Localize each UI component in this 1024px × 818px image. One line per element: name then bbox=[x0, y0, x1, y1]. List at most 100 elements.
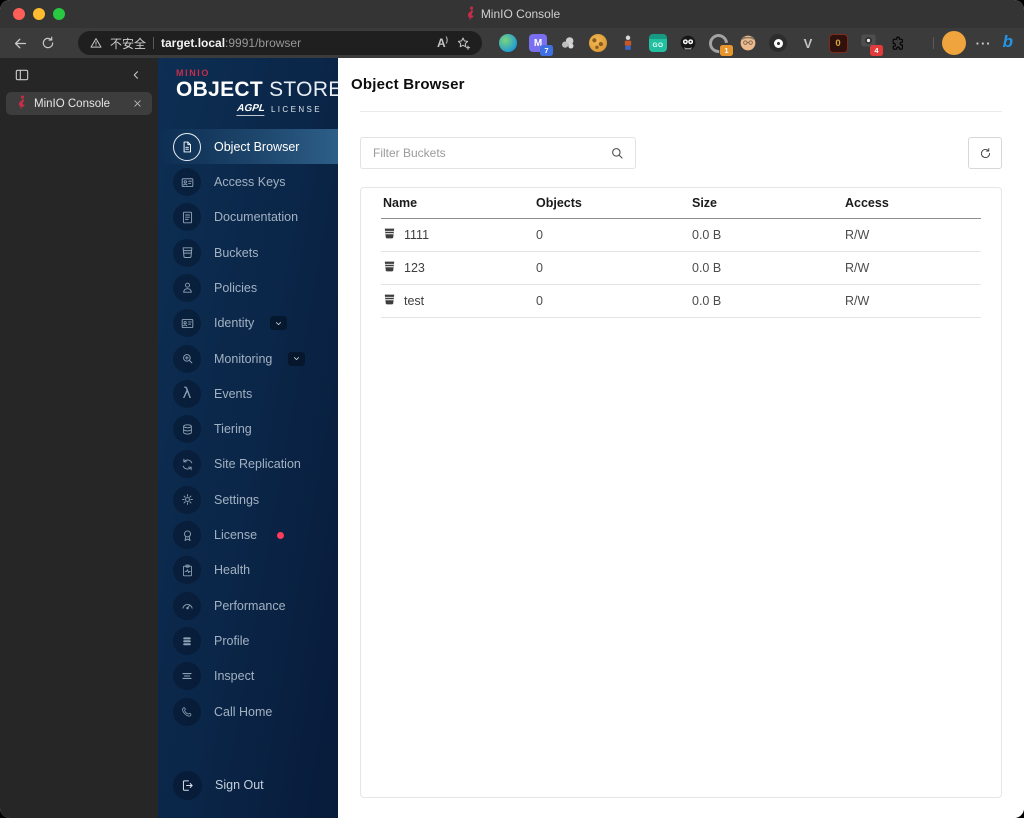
sign-out-button[interactable]: Sign Out bbox=[158, 760, 338, 810]
address-divider bbox=[153, 37, 155, 49]
sidebar-item-site-replication[interactable]: Site Replication bbox=[158, 447, 338, 482]
sign-out-label: Sign Out bbox=[215, 778, 264, 792]
zero-box-extension-icon[interactable]: 0 bbox=[827, 32, 849, 54]
sidebar-item-label: Call Home bbox=[214, 704, 273, 719]
url-path[interactable]: :9991/browser bbox=[225, 36, 301, 50]
v-extension-icon[interactable]: V bbox=[797, 32, 819, 54]
tab-panel-icon[interactable] bbox=[12, 65, 32, 85]
face-extension-icon[interactable] bbox=[737, 32, 759, 54]
page-controls bbox=[360, 137, 1002, 169]
sidebar-item-call-home[interactable]: Call Home bbox=[158, 694, 338, 729]
table-row-bucket-test[interactable]: test 0 0.0 B R/W bbox=[381, 284, 981, 318]
toolbar-overflow-menu[interactable]: ··· bbox=[974, 36, 994, 51]
back-button[interactable] bbox=[6, 31, 34, 55]
bucket-access: R/W bbox=[843, 251, 981, 285]
column-header-access[interactable]: Access bbox=[843, 188, 981, 219]
m-extension-badge: 7 bbox=[540, 45, 553, 56]
sidebar-item-events[interactable]: λ Events bbox=[158, 376, 338, 411]
toolbar-divider bbox=[932, 37, 934, 49]
person-extension-icon[interactable] bbox=[617, 32, 639, 54]
sidebar-nav: Object Browser Access Keys Documentation… bbox=[158, 124, 338, 760]
globe-extension-icon[interactable] bbox=[497, 32, 519, 54]
object-store-wordmark: OBJECT STORE bbox=[176, 78, 342, 102]
sidebar-item-tiering[interactable]: Tiering bbox=[158, 412, 338, 447]
bucket-name[interactable]: 123 bbox=[404, 261, 425, 275]
column-header-name[interactable]: Name bbox=[381, 188, 534, 219]
camera-extension-icon[interactable]: 4 bbox=[857, 32, 883, 56]
address-bar[interactable]: 不安全 target.local:9991/browser A) bbox=[78, 31, 482, 55]
minio-logo: MINIO OBJECT STORE AGPL LICENSE bbox=[158, 58, 342, 124]
zero-extension-glyph: 0 bbox=[828, 33, 848, 53]
cluster-extension-icon[interactable] bbox=[557, 32, 579, 54]
disc-extension-icon[interactable] bbox=[767, 32, 789, 54]
c-extension-badge: 1 bbox=[720, 45, 733, 56]
browser-toolbar: 不安全 target.local:9991/browser A) M 7 GO … bbox=[0, 28, 1024, 58]
sidebar-item-object-browser[interactable]: Object Browser bbox=[158, 129, 338, 165]
sidebar-item-label: Identity bbox=[214, 316, 255, 331]
sidebar-item-label: Buckets bbox=[214, 245, 259, 260]
not-secure-label[interactable]: 不安全 bbox=[110, 35, 146, 52]
sidebar-item-label: Health bbox=[214, 563, 251, 578]
health-icon bbox=[173, 556, 201, 585]
bucket-name[interactable]: 1111 bbox=[404, 228, 429, 242]
filter-buckets-field[interactable] bbox=[360, 137, 636, 169]
chevron-down-icon[interactable] bbox=[288, 351, 306, 366]
object-browser-icon bbox=[173, 132, 201, 161]
v-extension-glyph: V bbox=[803, 35, 813, 51]
events-icon: λ bbox=[173, 379, 201, 408]
sidebar-item-health[interactable]: Health bbox=[158, 553, 338, 588]
policies-icon bbox=[173, 273, 201, 302]
close-tab-icon[interactable] bbox=[132, 98, 143, 109]
sidebar-item-policies[interactable]: Policies bbox=[158, 270, 338, 305]
header-divider bbox=[360, 111, 1002, 112]
sidebar-item-access-keys[interactable]: Access Keys bbox=[158, 164, 338, 199]
read-aloud-icon[interactable]: A) bbox=[437, 36, 448, 50]
sidebar-item-performance[interactable]: Performance bbox=[158, 588, 338, 623]
sidebar-item-buckets[interactable]: Buckets bbox=[158, 235, 338, 270]
not-secure-warning-icon[interactable] bbox=[89, 36, 103, 50]
sidebar-item-license[interactable]: License bbox=[158, 517, 338, 552]
sidebar-item-inspect[interactable]: Inspect bbox=[158, 659, 338, 694]
reload-button[interactable] bbox=[34, 31, 62, 55]
filter-buckets-input[interactable] bbox=[371, 145, 601, 161]
url-host[interactable]: target.local bbox=[161, 36, 225, 50]
sidebar-item-settings[interactable]: Settings bbox=[158, 482, 338, 517]
sidebar-item-documentation[interactable]: Documentation bbox=[158, 200, 338, 235]
table-row-bucket-123[interactable]: 123 0 0.0 B R/W bbox=[381, 251, 981, 285]
tab-title: MinIO Console bbox=[34, 97, 111, 110]
profile-avatar[interactable] bbox=[941, 31, 966, 55]
window-titlebar: MinIO Console bbox=[0, 0, 1024, 28]
chevron-down-icon[interactable] bbox=[270, 316, 288, 331]
call-home-icon bbox=[173, 697, 201, 726]
column-header-size[interactable]: Size bbox=[690, 188, 843, 219]
bucket-name[interactable]: test bbox=[404, 294, 424, 308]
owl-extension-icon[interactable] bbox=[677, 32, 699, 54]
c-ring-extension-icon[interactable]: 1 bbox=[704, 29, 733, 57]
bing-discover-icon[interactable]: b bbox=[1002, 32, 1016, 54]
browser-window: MinIO Console 不安全 target.local:9991/brow… bbox=[0, 0, 1024, 818]
sidebar-item-label: Access Keys bbox=[214, 175, 286, 190]
sidebar-item-profile[interactable]: Profile bbox=[158, 623, 338, 658]
sidebar-item-identity[interactable]: Identity bbox=[158, 306, 338, 341]
vertical-tabs-header bbox=[0, 58, 158, 90]
search-icon bbox=[609, 145, 625, 161]
column-header-objects[interactable]: Objects bbox=[534, 188, 690, 219]
sidebar-item-monitoring[interactable]: Monitoring bbox=[158, 341, 338, 376]
table-row-bucket-1111[interactable]: 1111 0 0.0 B R/W bbox=[381, 218, 981, 252]
sidebar-item-label: Settings bbox=[214, 492, 260, 507]
buckets-table-card: Name Objects Size Access 1111 0 0.0 B R/… bbox=[360, 187, 1002, 798]
browser-tab-minio-console[interactable]: MinIO Console bbox=[6, 92, 152, 115]
sidebar-item-label: Performance bbox=[214, 598, 286, 613]
collapse-panel-icon[interactable] bbox=[126, 65, 146, 85]
puzzle-extensions-menu-icon[interactable] bbox=[887, 32, 909, 54]
go-extension-glyph: GO bbox=[649, 34, 667, 52]
bucket-icon bbox=[383, 227, 396, 243]
go-card-extension-icon[interactable]: GO bbox=[647, 32, 669, 54]
url-text[interactable]: target.local:9991/browser bbox=[161, 36, 301, 50]
wordmark-light: STORE bbox=[269, 78, 343, 101]
cookie-extension-icon[interactable] bbox=[587, 32, 609, 54]
sidebar-item-label: Documentation bbox=[214, 210, 299, 225]
m-extension-icon[interactable]: M 7 bbox=[527, 32, 553, 56]
refresh-buckets-button[interactable] bbox=[968, 137, 1002, 169]
add-favorite-icon[interactable] bbox=[455, 35, 471, 51]
